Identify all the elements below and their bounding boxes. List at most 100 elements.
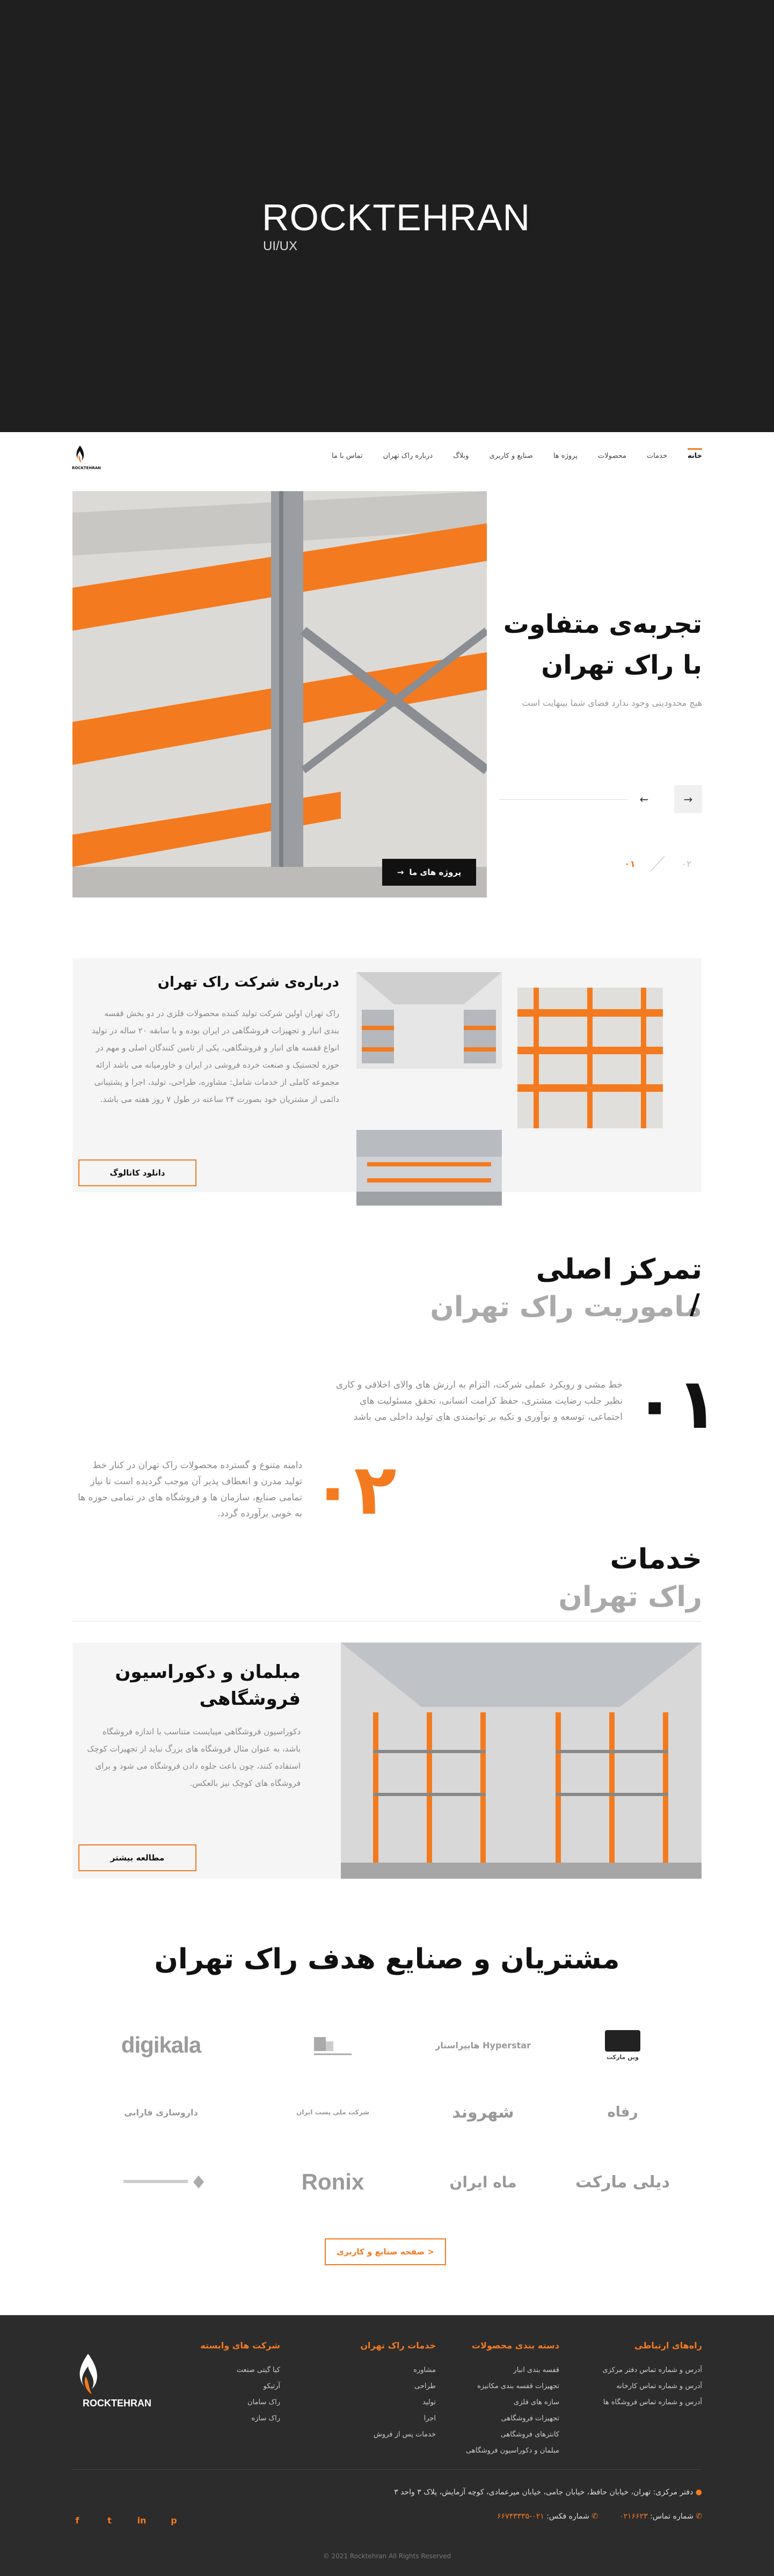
client-logo-hyperstar: هایپراستار Hyperstar bbox=[435, 2040, 531, 2050]
footer-phone: ✆ شماره تماس: ۰۲۱۶۶۲۳ bbox=[619, 2512, 702, 2521]
pinterest-icon[interactable]: p bbox=[169, 2515, 179, 2526]
hero-title: تجربه‌ی متفاوت با راک تهران bbox=[487, 604, 702, 685]
mission-subtitle: ماموریت راک تهران bbox=[430, 1291, 702, 1323]
footer-link[interactable]: اجرا bbox=[339, 2411, 436, 2427]
fax-number: ۰۲۱-۶۶۷۴۳۳۳۵ bbox=[496, 2512, 544, 2521]
mission-number-2: ۰۲ bbox=[311, 1449, 397, 1530]
footer-col-services: خدمات راک تهران مشاوره طراحی تولید اجرا … bbox=[339, 2340, 436, 2443]
service-image bbox=[341, 1643, 702, 1879]
footer-fax: ✆ شماره فکس: ۰۲۱-۶۶۷۴۳۳۳۵ bbox=[497, 2512, 598, 2521]
footer-col-contact: راه‌های ارتباطی آدرس و شماره تماس دفتر م… bbox=[595, 2340, 702, 2411]
page: ROCKTEHRAN UI/UX ROCKTEHRAN خانه خدمات م… bbox=[0, 0, 774, 2576]
menu-item-about[interactable]: درباره راک تهران bbox=[383, 452, 433, 463]
facebook-icon[interactable]: f bbox=[72, 2515, 83, 2526]
footer-logo-text: ROCKTEHRAN bbox=[83, 2398, 151, 2409]
fax-icon: ✆ bbox=[592, 2512, 598, 2521]
slider-prev-button[interactable]: ← bbox=[630, 785, 658, 813]
flame-logo-icon bbox=[79, 2354, 97, 2395]
main-menu: خانه خدمات محصولات پروژه ها صنایع و کارب… bbox=[311, 448, 702, 463]
client-logo-dailymarket: دیلی مارکت bbox=[575, 2172, 670, 2192]
footer-link[interactable]: کیا گیتی صنعت bbox=[184, 2362, 280, 2378]
client-logo-winmarket: وین مارکت bbox=[558, 2021, 687, 2069]
hero-description: هیچ محدودیتی وجود ندارد فضای شما بینهایت… bbox=[522, 698, 702, 708]
footer-link[interactable]: تجهیزات فروشگاهی bbox=[452, 2411, 559, 2427]
pager-active[interactable]: ۰۱ bbox=[624, 859, 636, 870]
client-logo-3 bbox=[268, 2021, 397, 2069]
footer-logo[interactable]: ROCKTEHRAN bbox=[72, 2354, 163, 2413]
clients-title: مشتریان و صنایع هدف راک تهران bbox=[154, 1943, 620, 1975]
client-3-logo-icon bbox=[314, 2037, 352, 2055]
footer-link[interactable]: آدرس و شماره تماس دفتر مرکزی bbox=[595, 2362, 702, 2378]
hero-title-line2: با راک تهران bbox=[541, 650, 702, 680]
service-card-description: دکوراسیون فروشگاهی میبایست متناسب با اند… bbox=[87, 1727, 301, 1788]
footer-link[interactable]: آرتیکو bbox=[184, 2378, 280, 2395]
location-icon: ● bbox=[695, 2488, 702, 2497]
client-12-logo-icon bbox=[123, 2176, 204, 2188]
linkedin-icon[interactable]: in bbox=[136, 2515, 147, 2526]
industries-page-button[interactable]: صفحه صنایع و کاربری > bbox=[325, 2238, 446, 2265]
footer-link[interactable]: تجهیزات قفسه بندی مکانیزه bbox=[452, 2378, 559, 2395]
footer-col-title: خدمات راک تهران bbox=[360, 2340, 436, 2351]
header-logo[interactable]: ROCKTEHRAN bbox=[72, 446, 111, 473]
menu-item-blog[interactable]: وبلاگ bbox=[453, 452, 469, 463]
menu-item-industries[interactable]: صنایع و کاربری bbox=[489, 452, 532, 463]
mission-number-1: ۰۱ bbox=[633, 1363, 719, 1444]
projects-button[interactable]: پروژه های ما → bbox=[382, 859, 476, 886]
services-title: خدمات bbox=[610, 1543, 703, 1575]
mission-text-1: خط مشی و رویکرد عملی شرکت، التزام به ارز… bbox=[335, 1380, 623, 1422]
menu-item-products[interactable]: محصولات bbox=[598, 452, 626, 463]
client-logo-12 bbox=[97, 2158, 225, 2206]
about-title: درباره‌ی شرکت راک تهران bbox=[157, 974, 339, 990]
footer-link[interactable]: تولید bbox=[339, 2395, 436, 2411]
footer-link[interactable]: آدرس و شماره تماس کارخانه bbox=[595, 2378, 702, 2395]
twitter-icon[interactable]: t bbox=[104, 2515, 115, 2526]
hero-divider bbox=[499, 799, 628, 800]
footer-link[interactable]: خدمات پس از فروش bbox=[339, 2427, 436, 2443]
footer-address: ● دفتر مرکزی: تهران، خیابان حافظ، خیابان… bbox=[273, 2488, 702, 2497]
footer-col-affiliates: شرکت های وابسته کیا گیتی صنعت آرتیکو راک… bbox=[184, 2340, 280, 2427]
menu-item-contact[interactable]: تماس با ما bbox=[332, 452, 363, 463]
read-more-button[interactable]: مطالعه بیشتر bbox=[78, 1844, 196, 1871]
slider-next-button[interactable]: → bbox=[674, 785, 702, 813]
footer-link[interactable]: مبلمان و دکوراسیون فروشگاهی bbox=[452, 2443, 559, 2459]
post-logo-label: شرکت ملی پست ایران bbox=[296, 2108, 369, 2116]
phone-label: شماره تماس: bbox=[650, 2512, 693, 2521]
projects-button-label: پروژه های ما bbox=[409, 867, 462, 877]
client-logo-post: شرکت ملی پست ایران bbox=[268, 2088, 397, 2136]
mission-text-2: دامنه متنوع و گسترده محصولات راک تهران د… bbox=[77, 1460, 302, 1519]
footer-link[interactable]: کانترهای فروشگاهی bbox=[452, 2427, 559, 2443]
hero-slide-image bbox=[72, 491, 487, 897]
winmarket-logo-text: وین مارکت bbox=[606, 2053, 639, 2061]
client-logo-farabi: داروسازی فارابی bbox=[124, 2107, 198, 2118]
fax-label: شماره فکس: bbox=[546, 2512, 589, 2521]
social-links: f t in p bbox=[72, 2515, 179, 2526]
flame-logo-icon bbox=[76, 446, 84, 463]
arrow-left-icon: ← bbox=[639, 793, 649, 806]
phone-icon: ✆ bbox=[696, 2512, 702, 2521]
footer-link[interactable]: آدرس و شماره تماس فروشگاه ها bbox=[595, 2395, 702, 2411]
footer-link[interactable]: راک سازه bbox=[184, 2411, 280, 2427]
footer-link[interactable]: قفسه بندی انبار bbox=[452, 2362, 559, 2378]
hero-title-line1: تجربه‌ی متفاوت bbox=[503, 609, 702, 639]
menu-item-projects[interactable]: پروژه ها bbox=[553, 452, 578, 463]
client-logo-digikala: digikala bbox=[121, 2032, 201, 2057]
pager-slash-icon bbox=[650, 856, 665, 872]
footer-col-products: دسته بندی محصولات قفسه بندی انبار تجهیزا… bbox=[452, 2340, 559, 2459]
footer-link[interactable]: مشاوره bbox=[339, 2362, 436, 2378]
footer-link[interactable]: طراحی bbox=[339, 2378, 436, 2395]
service-card-title: مبلمان و دکوراسیون فروشگاهی bbox=[115, 1661, 301, 1710]
footer-link[interactable]: راک سامان bbox=[184, 2395, 280, 2411]
menu-item-services[interactable]: خدمات bbox=[647, 452, 667, 463]
mission-slash: / bbox=[690, 1288, 700, 1320]
copyright: © 2021 Rocktehran All Rights Reserved bbox=[323, 2552, 451, 2560]
arrow-right-icon: → bbox=[683, 793, 693, 806]
about-image-hall bbox=[356, 1130, 502, 1206]
footer-link[interactable]: سازه های فلزی bbox=[452, 2395, 559, 2411]
cover-subtitle: UI/UX bbox=[263, 239, 298, 253]
client-logo-shahrvand: شهروند bbox=[452, 2103, 514, 2122]
pager-next[interactable]: ۰۲ bbox=[682, 859, 691, 870]
phone-number[interactable]: ۰۲۱۶۶۲۳ bbox=[619, 2512, 648, 2521]
winmarket-logo-icon bbox=[605, 2030, 640, 2052]
download-catalog-button[interactable]: دانلود کاتالوگ bbox=[78, 1159, 196, 1186]
menu-item-home[interactable]: خانه bbox=[687, 448, 702, 463]
